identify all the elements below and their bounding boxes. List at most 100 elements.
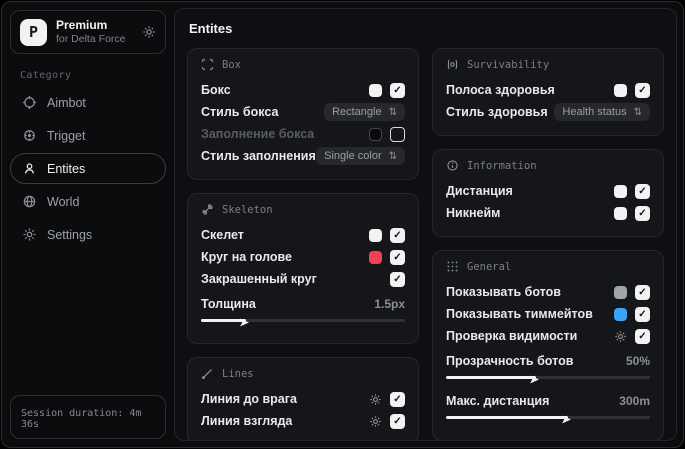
color-swatch[interactable] [614,206,627,220]
color-swatch[interactable] [614,83,627,97]
slider-value: 1.5px [374,297,405,311]
setting-row: Линия до врага ✓ [201,388,405,410]
skeleton-card: Skeleton Скелет ✓ Круг на голове ✓ Закра… [187,193,419,344]
slider-track [446,375,650,383]
setting-row: Толщина 1.5px [201,293,405,315]
max-distance-slider-group: Макс. дистанция 300m [446,390,650,423]
brand-subtitle: for Delta Force [56,33,126,45]
setting-row: Макс. дистанция 300m [446,390,650,412]
dropdown-value: Single color [324,150,382,162]
setting-row: Дистанция ✓ [446,180,650,202]
checkbox-checked[interactable]: ✓ [390,82,405,98]
setting-row: Закрашенный круг ✓ [201,268,405,290]
row-label: Закрашенный круг [201,272,317,286]
thickness-slider-group: Толщина 1.5px [201,293,405,326]
sidebar-item-entites[interactable]: Entites [10,153,166,185]
bot-opacity-slider[interactable] [446,372,650,383]
checkbox-checked[interactable]: ✓ [635,306,650,322]
check-icon: ✓ [393,251,402,263]
checkbox-unchecked[interactable] [390,126,405,142]
slider-thumb-icon[interactable] [529,372,540,390]
slider-track [446,415,650,423]
sidebar-item-settings[interactable]: Settings [10,219,166,250]
information-card-header: Information [446,159,650,172]
check-icon: ✓ [638,207,647,219]
checkbox-checked[interactable]: ✓ [635,205,650,221]
row-label: Стиль бокса [201,105,279,119]
fill-style-dropdown[interactable]: Single color ⇅ [316,147,405,165]
check-icon: ✓ [638,185,647,197]
setting-row: Круг на голове ✓ [201,246,405,268]
person-scan-icon [22,161,37,176]
category-label: Category [20,70,72,82]
color-swatch[interactable] [614,184,627,198]
setting-row: Прозрачность ботов 50% [446,350,650,372]
slider-thumb-icon[interactable] [561,412,572,430]
sidebar-item-trigget[interactable]: Trigget [10,120,166,151]
target-icon [22,128,37,143]
row-label: Круг на голове [201,250,292,264]
sidebar-item-aimbot[interactable]: Aimbot [10,87,166,118]
check-icon: ✓ [638,308,647,320]
color-swatch[interactable] [369,127,382,141]
color-swatch[interactable] [614,307,627,321]
health-style-dropdown[interactable]: Health status ⇅ [554,103,650,121]
card-header-label: Information [467,159,537,172]
row-label: Толщина [201,297,256,311]
gear-icon[interactable] [369,415,382,428]
checkbox-checked[interactable]: ✓ [635,284,650,300]
max-distance-slider[interactable] [446,412,650,423]
diagonal-line-icon [201,367,214,380]
card-header-label: General [467,260,512,273]
setting-row: Показывать ботов ✓ [446,281,650,303]
check-icon: ✓ [638,330,647,342]
gear-icon[interactable] [369,393,382,406]
setting-row: Полоса здоровья ✓ [446,79,650,101]
checkbox-checked[interactable]: ✓ [635,328,650,344]
checkbox-checked[interactable]: ✓ [390,271,405,287]
color-swatch[interactable] [614,285,627,299]
slider-fill [446,375,539,383]
globe-icon [22,194,37,209]
box-style-dropdown[interactable]: Rectangle ⇅ [324,103,405,121]
sidebar-item-world[interactable]: World [10,186,166,217]
info-icon [446,159,459,172]
sidebar-item-label: Settings [47,227,93,242]
gear-icon[interactable] [142,25,156,39]
row-label: Полоса здоровья [446,83,555,97]
card-header-label: Lines [222,367,254,380]
color-swatch[interactable] [369,250,382,264]
thickness-slider[interactable] [201,315,405,326]
lines-card-header: Lines [201,367,405,380]
row-label: Бокс [201,83,231,97]
checkbox-checked[interactable]: ✓ [390,413,405,429]
general-card-header: General [446,260,650,273]
gear-icon[interactable] [614,330,627,343]
color-swatch[interactable] [369,228,382,242]
checkbox-checked[interactable]: ✓ [390,227,405,243]
setting-row: Проверка видимости ✓ [446,325,650,347]
checkbox-checked[interactable]: ✓ [635,183,650,199]
box-card: Box Бокс ✓ Стиль бокса Rectangle ⇅ Запол… [187,48,419,180]
row-label: Стиль заполнения [201,149,316,163]
survivability-card: Survivability Полоса здоровья ✓ Стиль зд… [432,48,664,136]
checkbox-checked[interactable]: ✓ [635,82,650,98]
session-duration-box: Session duration: 4m 36s [10,395,166,439]
slider-fill [201,318,249,326]
slider-thumb-icon[interactable] [239,315,250,333]
row-label: Никнейм [446,206,501,220]
dropdown-value: Health status [562,106,627,118]
gear-icon [22,227,37,242]
check-icon: ✓ [393,415,402,427]
setting-row: Показывать тиммейтов ✓ [446,303,650,325]
setting-row: Бокс ✓ [201,79,405,101]
setting-row: Стиль бокса Rectangle ⇅ [201,101,405,123]
bot-opacity-slider-group: Прозрачность ботов 50% [446,350,650,383]
setting-row: Стиль здоровья Health status ⇅ [446,101,650,123]
checkbox-checked[interactable]: ✓ [390,249,405,265]
row-label: Прозрачность ботов [446,354,574,368]
setting-row: Скелет ✓ [201,224,405,246]
checkbox-checked[interactable]: ✓ [390,391,405,407]
color-swatch[interactable] [369,83,382,97]
